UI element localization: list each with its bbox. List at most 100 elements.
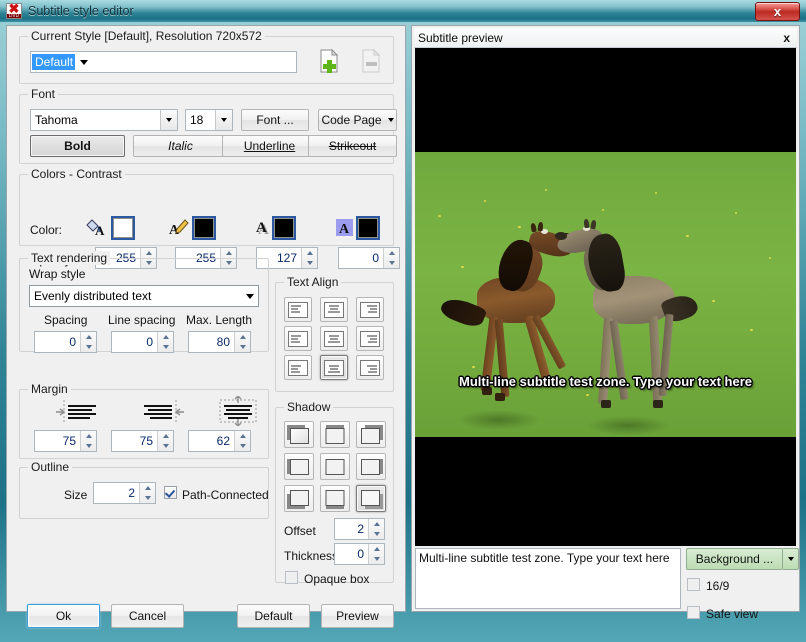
align-bottom-right-button[interactable]: [356, 355, 384, 380]
svg-text:A: A: [256, 220, 267, 236]
align-bottom-left-button[interactable]: [284, 355, 312, 380]
default-button[interactable]: Default: [237, 604, 310, 628]
svg-text:A: A: [339, 222, 350, 237]
subtitle-text-input[interactable]: Multi-line subtitle test zone. Type your…: [415, 548, 681, 609]
style-select[interactable]: Default: [30, 51, 297, 73]
spinner-arrows[interactable]: [301, 248, 317, 268]
background-button[interactable]: Background ...: [686, 548, 783, 570]
spinner-arrows[interactable]: [157, 431, 173, 451]
margin-vertical-icon: [210, 396, 266, 429]
font-size-select[interactable]: 18: [185, 109, 233, 131]
shadow-a-icon[interactable]: A A: [252, 217, 274, 237]
spinner-arrows[interactable]: [80, 431, 96, 451]
highlight-color-swatch[interactable]: [356, 216, 380, 240]
spacing-spinner[interactable]: 0: [34, 331, 97, 353]
font-family-value: Tahoma: [31, 113, 160, 127]
margin-vertical-spinner[interactable]: 62: [188, 430, 251, 452]
fill-color-swatch[interactable]: [111, 216, 135, 240]
opaque-box-label: Opaque box: [304, 572, 369, 586]
underline-button[interactable]: Underline: [222, 135, 317, 157]
shadow-bottom-center-button[interactable]: [320, 485, 350, 512]
cancel-button[interactable]: Cancel: [111, 604, 184, 628]
preview-label: Preview: [336, 609, 379, 623]
margin-left-spinner[interactable]: 75: [34, 430, 97, 452]
preview-frame-image: Multi-line subtitle test zone. Type your…: [415, 152, 796, 437]
spinner-arrows[interactable]: [368, 544, 384, 564]
code-page-button[interactable]: Code Page: [318, 109, 397, 131]
outline-group: Outline Size 2 Path-Connected: [19, 467, 269, 519]
highlight-opacity-value: 0: [339, 248, 383, 268]
spinner-arrows[interactable]: [368, 519, 384, 539]
font-group: Font Tahoma 18 Font ... Code Page Bold I…: [19, 94, 394, 164]
safe-view-checkbox[interactable]: [687, 606, 700, 619]
background-dropdown-button[interactable]: [783, 548, 799, 570]
line-spacing-spinner[interactable]: 0: [111, 331, 174, 353]
align-middle-center-button[interactable]: [320, 326, 348, 351]
spinner-arrows[interactable]: [234, 431, 250, 451]
shadow-group: Shadow: [275, 407, 394, 583]
shadow-none-button[interactable]: [320, 453, 350, 480]
shadow-thickness-spinner[interactable]: 0: [334, 543, 385, 565]
default-label: Default: [254, 609, 292, 623]
highlight-opacity-spinner[interactable]: 0: [338, 247, 400, 269]
outline-pen-icon[interactable]: A: [168, 217, 190, 237]
shadow-middle-left-button[interactable]: [284, 453, 314, 480]
foal-grey: [565, 224, 705, 419]
strikeout-label: Strikeout: [329, 139, 376, 153]
video-preview[interactable]: Multi-line subtitle test zone. Type your…: [415, 48, 796, 546]
margin-vertical-value: 62: [189, 431, 234, 451]
path-connected-checkbox[interactable]: [164, 486, 177, 499]
preview-header: Subtitle preview x: [414, 28, 797, 48]
shadow-top-center-button[interactable]: [320, 421, 350, 448]
outline-color-swatch[interactable]: [192, 216, 216, 240]
preview-button[interactable]: Preview: [321, 604, 394, 628]
spinner-arrows[interactable]: [234, 332, 250, 352]
ok-button[interactable]: Ok: [27, 604, 100, 628]
opaque-box-checkbox[interactable]: [285, 571, 298, 584]
margin-right-spinner[interactable]: 75: [111, 430, 174, 452]
spinner-arrows[interactable]: [80, 332, 96, 352]
align-middle-right-button[interactable]: [356, 326, 384, 351]
preview-close-icon[interactable]: x: [783, 31, 793, 45]
aspect-ratio-checkbox[interactable]: [687, 578, 700, 591]
shadow-color-swatch[interactable]: [272, 216, 296, 240]
shadow-offset-spinner[interactable]: 2: [334, 518, 385, 540]
bold-button[interactable]: Bold: [30, 135, 125, 157]
remove-page-icon: [360, 48, 382, 74]
window-close-button[interactable]: x: [755, 2, 800, 21]
color-row-label: Color:: [30, 223, 62, 237]
spinner-arrows[interactable]: [139, 483, 155, 503]
margin-left-value: 75: [35, 431, 80, 451]
align-middle-left-button[interactable]: [284, 326, 312, 351]
align-top-left-button[interactable]: [284, 297, 312, 322]
shadow-top-right-button[interactable]: [356, 421, 386, 448]
shadow-legend: Shadow: [284, 400, 333, 414]
spinner-arrows[interactable]: [157, 332, 173, 352]
wrap-style-select[interactable]: Evenly distributed text: [29, 285, 259, 307]
align-bottom-center-button[interactable]: [320, 355, 348, 380]
align-top-center-button[interactable]: [320, 297, 348, 322]
italic-label: Italic: [168, 139, 193, 153]
font-family-select[interactable]: Tahoma: [30, 109, 178, 131]
strikeout-button[interactable]: Strikeout: [308, 135, 397, 157]
shadow-middle-right-button[interactable]: [356, 453, 386, 480]
outline-size-label: Size: [64, 488, 87, 502]
outline-size-spinner[interactable]: 2: [93, 482, 156, 504]
add-page-icon: [318, 48, 340, 74]
fill-color-icon[interactable]: A: [85, 217, 107, 237]
margin-left-icon: [54, 399, 110, 428]
text-rendering-legend: Text rendering: [28, 251, 110, 265]
spinner-arrows[interactable]: [383, 248, 399, 268]
margin-right-value: 75: [112, 431, 157, 451]
shadow-bottom-left-button[interactable]: [284, 485, 314, 512]
background-button-label: Background ...: [696, 552, 773, 566]
shadow-top-left-button[interactable]: [284, 421, 314, 448]
highlight-a-icon[interactable]: A: [334, 217, 356, 237]
italic-button[interactable]: Italic: [133, 135, 228, 157]
shadow-bottom-right-button[interactable]: [356, 485, 386, 512]
max-length-spinner[interactable]: 80: [188, 331, 251, 353]
align-top-right-button[interactable]: [356, 297, 384, 322]
add-style-button[interactable]: [318, 48, 340, 74]
font-dialog-button[interactable]: Font ...: [241, 109, 309, 131]
remove-style-button[interactable]: [360, 48, 382, 74]
